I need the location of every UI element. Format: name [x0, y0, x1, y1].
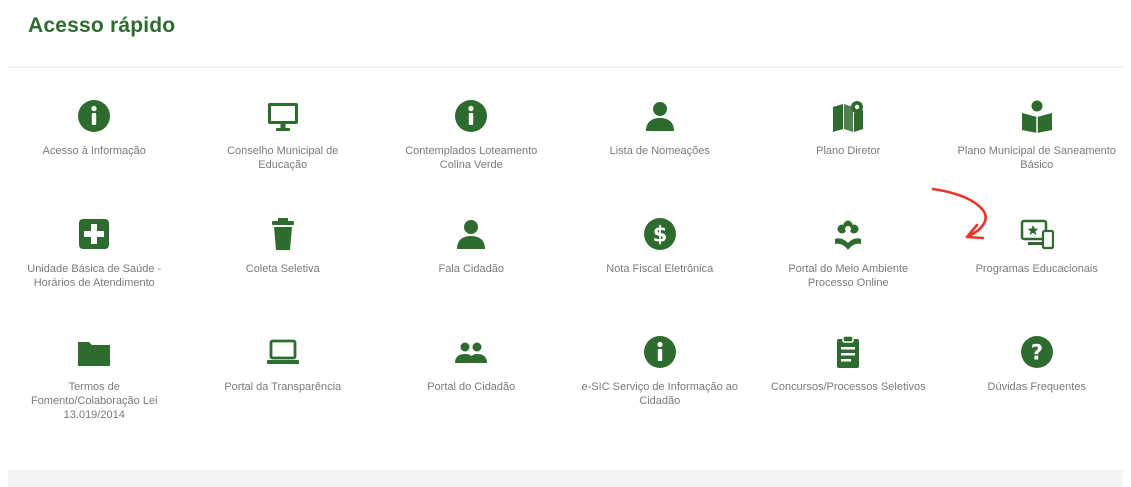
quick-link-portal-transparencia[interactable]: Portal da Transparência [189, 334, 378, 464]
quick-link-e-sic[interactable]: e-SIC Serviço de Informação ao Cidadão [566, 334, 755, 464]
quick-link-label: Lista de Nomeações [609, 145, 710, 157]
footer-bar [8, 470, 1123, 487]
quick-link-meio-ambiente[interactable]: Portal do Meio Ambiente Processo Online [754, 216, 943, 334]
quick-link-label: Concursos/Processos Seletivos [770, 381, 926, 393]
quick-link-label: Programas Educacionais [975, 263, 1098, 275]
info-circle-icon [76, 98, 112, 134]
question-circle-icon: ? [1019, 334, 1055, 370]
quick-access-grid: Acesso à Informação Conselho Municipal d… [0, 98, 1131, 464]
quick-link-label: Plano Diretor [816, 145, 881, 157]
quick-link-duvidas[interactable]: ? Dúvidas Frequentes [943, 334, 1131, 464]
map-marker-icon [830, 98, 866, 134]
quick-link-label: Portal do Cidadão [427, 381, 516, 393]
quick-link-acesso-informacao[interactable]: Acesso à Informação [0, 98, 189, 216]
quick-link-conselho-educacao[interactable]: Conselho Municipal de Educação [189, 98, 378, 216]
quick-link-label: Coleta Seletiva [245, 263, 320, 275]
quick-link-label: Acesso à Informação [42, 145, 146, 157]
folder-icon [76, 334, 112, 370]
svg-text:?: ? [1031, 341, 1043, 365]
quick-link-coleta-seletiva[interactable]: Coleta Seletiva [189, 216, 378, 334]
quick-link-label: Portal do Meio Ambiente Processo Online [788, 263, 909, 289]
quick-link-portal-cidadao[interactable]: Portal do Cidadão [377, 334, 566, 464]
divider [8, 66, 1123, 68]
user-icon [642, 98, 678, 134]
info-circle-icon [642, 334, 678, 370]
quick-link-termos-fomento[interactable]: Termos de Fomento/Colaboração Lei 13.019… [0, 334, 189, 464]
quick-link-label: Unidade Básica de Saúde - Horários de At… [27, 263, 162, 289]
quick-link-unidade-saude[interactable]: Unidade Básica de Saúde - Horários de At… [0, 216, 189, 334]
section-title: Acesso rápido [28, 14, 176, 37]
quick-link-plano-diretor[interactable]: Plano Diretor [754, 98, 943, 216]
monitor-icon [265, 98, 301, 134]
quick-link-label: Portal da Transparência [224, 381, 342, 393]
quick-link-label: Dúvidas Frequentes [987, 381, 1086, 393]
user-icon [453, 216, 489, 252]
flower-hand-icon [830, 216, 866, 252]
quick-link-label: e-SIC Serviço de Informação ao Cidadão [581, 381, 739, 407]
red-arrow-icon [931, 187, 987, 240]
quick-link-label: Nota Fiscal Eletrônica [606, 263, 714, 275]
trash-icon [265, 216, 301, 252]
laptop-icon [265, 334, 301, 370]
quick-link-contemplados[interactable]: Contemplados Loteamento Colina Verde [377, 98, 566, 216]
quick-link-concursos[interactable]: Concursos/Processos Seletivos [754, 334, 943, 464]
reading-person-icon [1019, 98, 1055, 134]
quick-link-lista-nomeacoes[interactable]: Lista de Nomeações [566, 98, 755, 216]
dollar-circle-icon: $ [642, 216, 678, 252]
svg-text:$: $ [652, 223, 667, 247]
medical-plus-icon [76, 216, 112, 252]
quick-link-nota-fiscal[interactable]: $ Nota Fiscal Eletrônica [566, 216, 755, 334]
info-circle-icon [453, 98, 489, 134]
quick-link-label: Conselho Municipal de Educação [227, 145, 339, 171]
education-screen-icon [1019, 216, 1055, 252]
quick-link-label: Contemplados Loteamento Colina Verde [405, 145, 538, 171]
quick-link-label: Termos de Fomento/Colaboração Lei 13.019… [30, 381, 158, 421]
people-icon [453, 334, 489, 370]
quick-link-label: Plano Municipal de Saneamento Básico [957, 145, 1116, 171]
quick-link-label: Fala Cidadão [438, 263, 504, 275]
clipboard-icon [830, 334, 866, 370]
quick-link-fala-cidadao[interactable]: Fala Cidadão [377, 216, 566, 334]
